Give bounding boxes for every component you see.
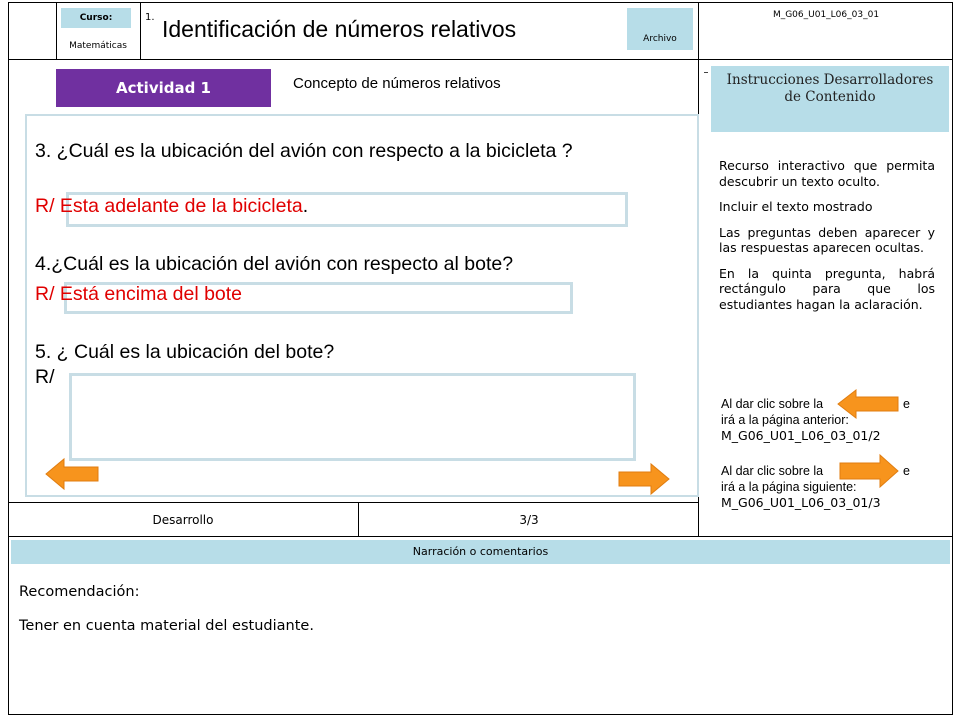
next-instruction-text: Al dar clic sobre la xyxy=(721,464,824,478)
prev-instruction-end: e xyxy=(903,397,910,411)
activity-badge: Actividad 1 xyxy=(56,69,271,107)
arrow-left-icon xyxy=(837,388,899,420)
header-divider-2 xyxy=(140,2,141,60)
prev-arrow-legend xyxy=(836,388,900,420)
next-arrow-legend xyxy=(838,453,900,489)
instructions-dash xyxy=(704,72,708,73)
instruction-3: Las preguntas deben aparecer y las respu… xyxy=(719,224,935,256)
answer-5-prefix: R/ xyxy=(35,366,55,388)
next-page-button[interactable] xyxy=(617,462,671,496)
question-4: 4.¿Cuál es la ubicación del avión con re… xyxy=(35,253,514,275)
page-title: Identificación de números relativos xyxy=(162,16,517,42)
narration-header: Narración o comentarios xyxy=(11,540,950,564)
activity-subtitle: Concepto de números relativos xyxy=(293,75,501,92)
prev-instruction-line2: irá a la página anterior: xyxy=(721,413,849,427)
answer-3-line: R/ Esta adelante de la bicicleta. xyxy=(35,195,308,218)
narration-text: Tener en cuenta material del estudiante. xyxy=(19,618,314,634)
question-5: 5. ¿ Cuál es la ubicación del bote? xyxy=(35,341,335,363)
curso-value: Matemáticas xyxy=(69,41,127,51)
footer-bottom-border xyxy=(8,536,953,537)
answer-4-text: Está encima del bote xyxy=(59,283,243,305)
instruction-2: Incluir el texto mostrado xyxy=(719,199,873,214)
instruction-1: Recurso interactivo que permita descubri… xyxy=(719,158,935,189)
footer-section: Desarrollo xyxy=(152,513,214,527)
archivo-label: Archivo xyxy=(643,34,677,44)
main-bottom-border xyxy=(8,714,953,715)
instruction-4: En la quinta pregunta, habrá rectángulo … xyxy=(719,265,935,312)
answer-4-prefix: R/ xyxy=(35,283,55,305)
question-3: 3. ¿Cuál es la ubicación del avión con r… xyxy=(35,140,573,162)
curso-label: Curso: xyxy=(61,8,131,28)
prev-page-button[interactable] xyxy=(44,457,100,491)
arrow-right-icon xyxy=(618,462,670,496)
prev-instruction-code: M_G06_U01_L06_03_01/2 xyxy=(721,428,881,443)
footer-top-border xyxy=(8,502,699,503)
arrow-left-icon xyxy=(45,457,99,491)
answer-4-line: R/ Está encima del bote xyxy=(35,283,242,306)
next-instruction-code: M_G06_U01_L06_03_01/3 xyxy=(721,495,881,510)
instructions-title: Instrucciones Desarrolladores de Conteni… xyxy=(711,66,949,132)
main-right-border xyxy=(952,60,953,715)
arrow-right-icon xyxy=(839,453,899,489)
prev-instruction-line1: Al dar clic sobre la e xyxy=(721,396,941,412)
footer-page: 3/3 xyxy=(519,513,539,527)
header-divider-1 xyxy=(56,2,57,60)
next-instruction-line1: Al dar clic sobre la e xyxy=(721,463,941,479)
next-instruction-line2: irá a la página siguiente: xyxy=(721,480,857,494)
next-instruction-end: e xyxy=(903,464,910,478)
prev-instruction-text: Al dar clic sobre la xyxy=(721,397,824,411)
answer-3-text: Esta adelante de la bicicleta xyxy=(59,195,303,217)
narration-label: Recomendación: xyxy=(19,584,140,600)
answer-3-suffix: . xyxy=(302,195,309,217)
next-instruction: Al dar clic sobre la e irá a la página s… xyxy=(721,463,941,511)
main-left-border xyxy=(8,60,9,715)
answer-5-field[interactable] xyxy=(69,373,636,461)
header-number: 1. xyxy=(145,12,155,23)
prev-instruction: Al dar clic sobre la e irá a la página a… xyxy=(721,396,941,444)
instructions-body: Recurso interactivo que permita descubri… xyxy=(719,158,935,312)
file-code: M_G06_U01_L06_03_01 xyxy=(772,10,880,20)
answer-3-prefix: R/ xyxy=(35,195,55,217)
